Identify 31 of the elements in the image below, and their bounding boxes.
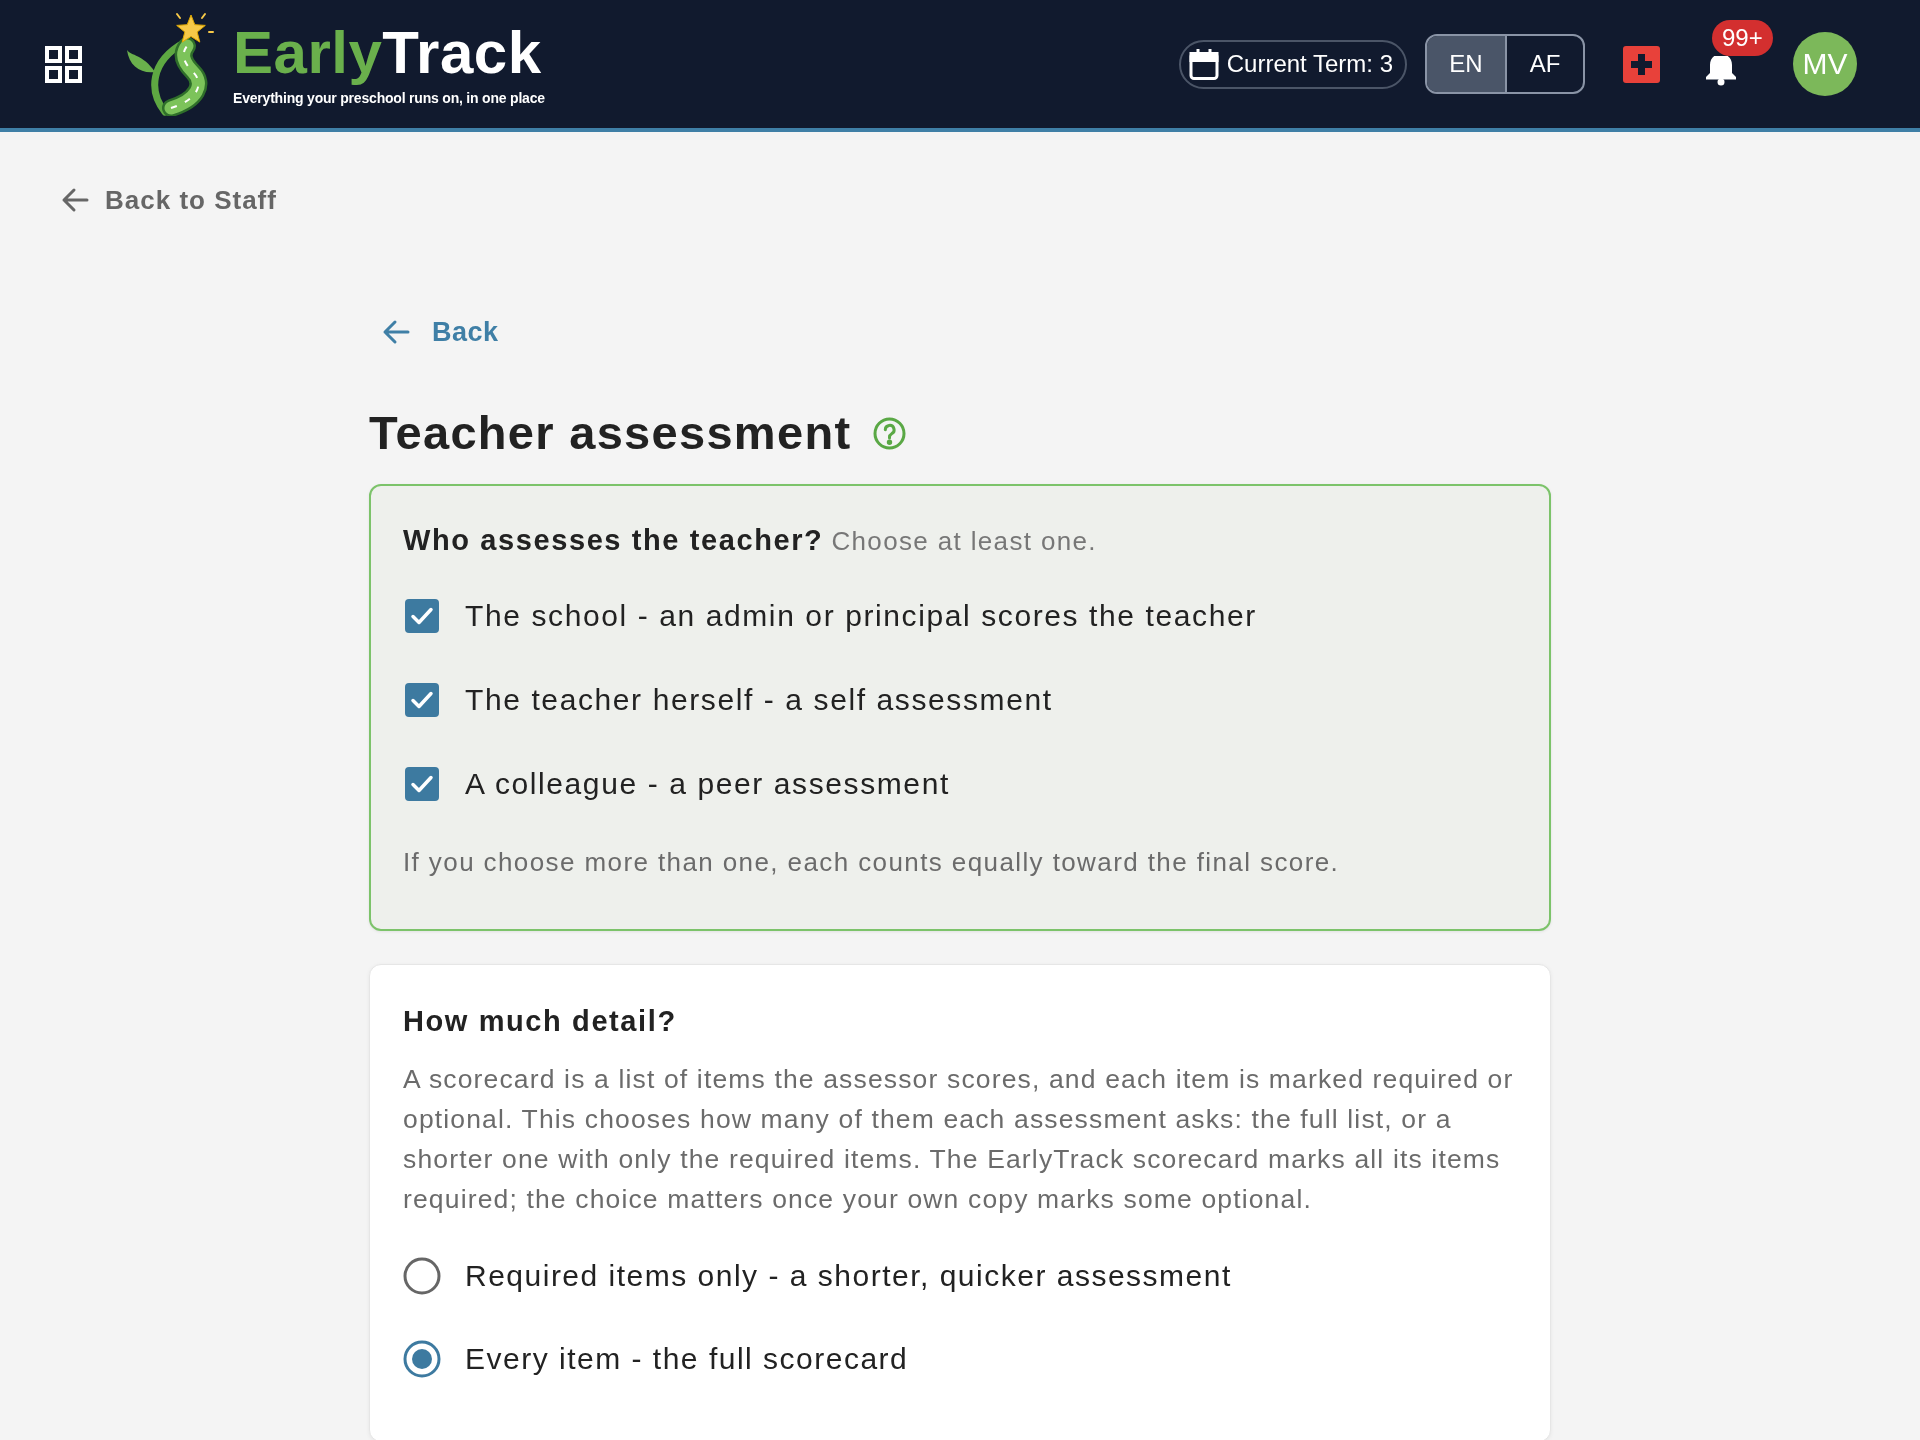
back-to-staff-link[interactable]: Back to Staff xyxy=(61,182,277,218)
radio-button[interactable] xyxy=(403,1340,441,1378)
radio-button[interactable] xyxy=(403,1257,441,1295)
calendar-icon xyxy=(1188,48,1219,80)
checkbox[interactable] xyxy=(404,766,440,802)
option-label: A colleague - a peer assessment xyxy=(465,767,950,801)
notification-badge: 99+ xyxy=(1712,20,1773,56)
brand-wordmark: EarlyTrack xyxy=(233,18,543,88)
page-title: Teacher assessment xyxy=(369,405,852,461)
help-icon[interactable] xyxy=(873,416,907,450)
grid-icon[interactable] xyxy=(45,45,82,83)
scoring-note: If you choose more than one, each counts equally toward the final score. xyxy=(403,846,1341,879)
language-option[interactable]: EN xyxy=(1427,36,1505,92)
option-label: The teacher herself - a self assessment xyxy=(465,683,1053,717)
checkbox[interactable] xyxy=(404,682,440,718)
section-description: A scorecard is a list of items the assessor scores, and each item is marked required or optional. This chooses how many of them each assessment asks: the full list, or a shorter one with only the required items. The EarlyTrack scorecard marks all its items required; the choice matters once your own copy marks some optional. xyxy=(403,1063,1515,1216)
arrow-left-icon xyxy=(382,319,410,345)
option-label: Required items only - a shorter, quicker assessment xyxy=(465,1259,1232,1293)
brand-tagline: Everything your preschool runs on, in one place xyxy=(233,89,545,107)
section-heading: Who assesses the teacher? xyxy=(403,523,824,558)
medical-cross-icon[interactable] xyxy=(1623,45,1660,83)
checkbox[interactable] xyxy=(404,598,440,634)
option-label: Every item - the full scorecard xyxy=(465,1342,909,1376)
language-option[interactable]: AF xyxy=(1505,36,1583,92)
back-link[interactable]: Back xyxy=(382,314,499,350)
section-hint: Choose at least one. xyxy=(831,525,1097,558)
option-label: The school - an admin or principal scores the teacher xyxy=(465,599,1257,633)
bell-icon[interactable] xyxy=(1704,56,1738,86)
term-selector[interactable]: Current Term: 3 xyxy=(1178,39,1407,89)
section-heading: How much detail? xyxy=(403,1004,678,1039)
arrow-left-icon xyxy=(61,187,89,213)
